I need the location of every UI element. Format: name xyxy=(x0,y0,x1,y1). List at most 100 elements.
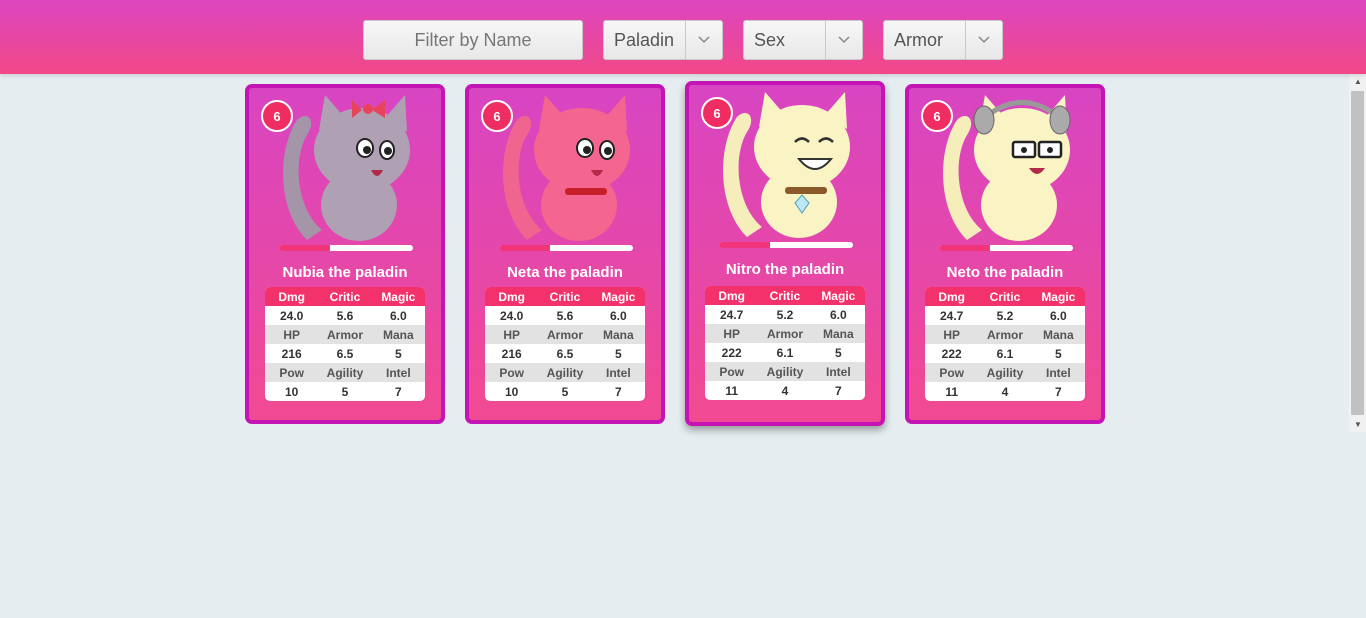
cat-avatar-image xyxy=(723,92,850,238)
stats-table: Dmg Critic Magic 24.7 5.2 6.0 HP Armor Mana 22… xyxy=(705,286,865,400)
character-card[interactable]: 6 Neta the paladin Dmg Critic Magic 24.0 5.… xyxy=(465,84,665,424)
stat-label: Agility xyxy=(318,363,372,382)
stat-label: Critic xyxy=(978,287,1032,306)
stat-label: Critic xyxy=(538,287,592,306)
sex-select-value: Sex xyxy=(754,29,786,50)
stat-label: Dmg xyxy=(485,287,539,306)
scrollbar-thumb[interactable] xyxy=(1351,91,1364,415)
character-name: Nubia the paladin xyxy=(282,264,408,281)
chevron-down-icon[interactable] xyxy=(825,21,862,59)
stat-value: 7 xyxy=(1054,384,1062,399)
stat-value: 222 xyxy=(941,346,962,361)
stat-value: 24.0 xyxy=(279,308,304,323)
armor-select[interactable]: Armor xyxy=(883,20,1003,60)
stat-label: HP xyxy=(265,325,319,344)
experience-bar xyxy=(279,245,413,251)
stat-value: 222 xyxy=(721,345,742,360)
stat-value: 4 xyxy=(1001,384,1009,399)
stat-label: Intel xyxy=(371,363,425,382)
vertical-scrollbar[interactable]: ▲ ▼ xyxy=(1349,74,1366,432)
chevron-down-icon[interactable] xyxy=(965,21,1002,59)
stat-value: 6.5 xyxy=(556,346,574,361)
experience-bar-fill xyxy=(499,245,550,251)
stat-value: 10 xyxy=(284,384,299,399)
stat-value: 6.1 xyxy=(776,345,794,360)
armor-select-value: Armor xyxy=(894,29,943,50)
stat-value: 5.6 xyxy=(556,308,574,323)
stat-label: Dmg xyxy=(925,287,979,306)
stat-label: Magic xyxy=(1031,287,1085,306)
class-select-value: Paladin xyxy=(614,29,675,50)
stat-value: 5 xyxy=(341,384,349,399)
character-card[interactable]: 6 Nubia the paladin Dmg Critic Magic 24.0 5… xyxy=(245,84,445,424)
stat-value: 5 xyxy=(1054,346,1062,361)
stat-label: Mana xyxy=(811,324,865,343)
stat-label: Critic xyxy=(758,286,812,305)
scroll-down-arrow-icon[interactable]: ▼ xyxy=(1354,420,1362,429)
stat-label: Dmg xyxy=(265,287,319,306)
stat-value: 6.1 xyxy=(996,346,1014,361)
stat-label: HP xyxy=(485,325,539,344)
experience-bar xyxy=(939,245,1073,251)
character-name: Neta the paladin xyxy=(507,264,623,281)
stat-label: Dmg xyxy=(705,286,759,305)
stat-label: Magic xyxy=(371,287,425,306)
stats-table: Dmg Critic Magic 24.0 5.6 6.0 HP Armor Mana 21… xyxy=(265,287,425,401)
stat-label: Mana xyxy=(371,325,425,344)
stat-value: 24.7 xyxy=(719,307,744,322)
character-name: Neto the paladin xyxy=(946,264,1064,281)
cat-avatar-image xyxy=(943,95,1071,241)
stat-value: 6.0 xyxy=(1049,308,1067,323)
stat-value: 6.0 xyxy=(389,308,407,323)
chevron-down-icon[interactable] xyxy=(685,21,722,59)
scroll-up-arrow-icon[interactable]: ▲ xyxy=(1354,77,1362,86)
stat-label: Agility xyxy=(978,363,1032,382)
cat-avatar-image xyxy=(503,95,630,241)
stats-table: Dmg Critic Magic 24.7 5.2 6.0 HP Armor Mana 22… xyxy=(925,287,1085,401)
stat-value: 6.0 xyxy=(609,308,627,323)
stat-label: Pow xyxy=(265,363,319,382)
stat-label: Pow xyxy=(485,363,539,382)
stat-label: Intel xyxy=(591,363,645,382)
stat-value: 216 xyxy=(501,346,522,361)
stat-label: Intel xyxy=(811,362,865,381)
character-card[interactable]: 6 Nitro the paladin Dmg Critic Magic 24.7 5… xyxy=(685,81,885,426)
stat-value: 7 xyxy=(614,384,622,399)
stat-label: Mana xyxy=(591,325,645,344)
stat-value: 7 xyxy=(394,384,402,399)
character-card[interactable]: 6 Neto the paladin Dmg Critic Magic 24.7 5.… xyxy=(905,84,1105,424)
stat-value: 216 xyxy=(281,346,302,361)
character-name: Nitro the paladin xyxy=(725,261,845,278)
stat-value: 5 xyxy=(834,345,842,360)
stat-value: 24.0 xyxy=(499,308,524,323)
stat-label: HP xyxy=(705,324,759,343)
sex-select[interactable]: Sex xyxy=(743,20,863,60)
stat-value: 7 xyxy=(834,383,842,398)
stat-value: 5.2 xyxy=(996,308,1014,323)
stat-label: Armor xyxy=(978,325,1032,344)
stat-label: Intel xyxy=(1031,363,1085,382)
stat-value: 6.0 xyxy=(829,307,847,322)
stats-table: Dmg Critic Magic 24.0 5.6 6.0 HP Armor Mana 21… xyxy=(485,287,645,401)
stat-label: Pow xyxy=(925,363,979,382)
stat-value: 6.5 xyxy=(336,346,354,361)
experience-bar-fill xyxy=(939,245,990,251)
cat-avatar-image xyxy=(283,95,410,241)
stat-value: 5.6 xyxy=(336,308,354,323)
experience-bar-fill xyxy=(279,245,330,251)
filter-by-name-input[interactable] xyxy=(363,20,583,60)
stat-value: 11 xyxy=(945,384,958,399)
top-header: Paladin Sex Armor xyxy=(0,0,1366,74)
stat-value: 5.2 xyxy=(776,307,794,322)
stat-label: Agility xyxy=(538,363,592,382)
class-select[interactable]: Paladin xyxy=(603,20,723,60)
stat-label: Pow xyxy=(705,362,759,381)
stat-label: Critic xyxy=(318,287,372,306)
stat-value: 5 xyxy=(561,384,569,399)
stat-label: Mana xyxy=(1031,325,1085,344)
stat-label: Armor xyxy=(318,325,372,344)
stat-label: HP xyxy=(925,325,979,344)
experience-bar-fill xyxy=(719,242,770,248)
stat-label: Armor xyxy=(758,324,812,343)
stat-value: 10 xyxy=(504,384,519,399)
